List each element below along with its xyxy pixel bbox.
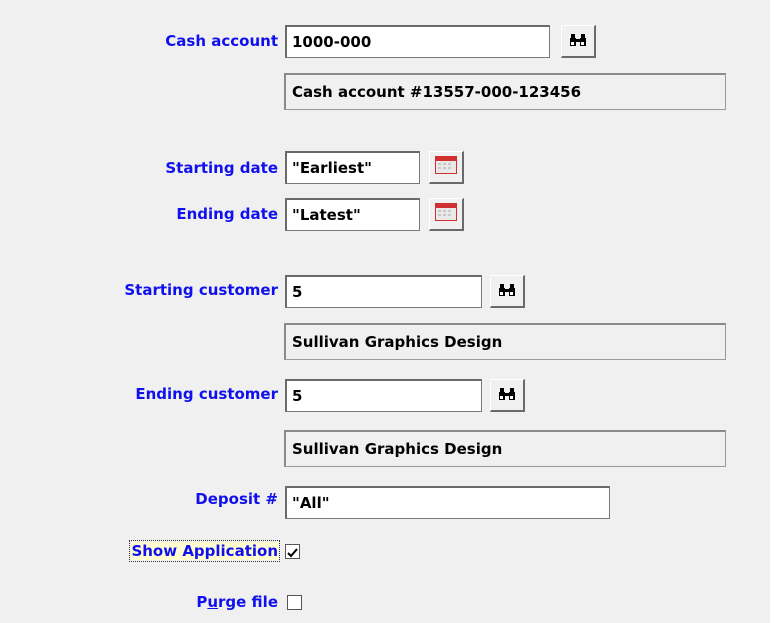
starting-customer-lookup-button[interactable] [490, 275, 525, 308]
starting-customer-label: Starting customer [124, 281, 278, 299]
show-application-checkbox[interactable] [285, 544, 300, 559]
starting-date-calendar-button[interactable] [429, 151, 464, 184]
purge-file-label: Purge file [196, 593, 278, 611]
ending-customer-input[interactable]: 5 [285, 379, 482, 412]
ending-customer-label: Ending customer [135, 385, 278, 403]
calendar-icon [435, 156, 457, 178]
cash-account-input[interactable]: 1000-000 [285, 25, 550, 58]
binoculars-icon [569, 32, 587, 51]
cash-account-label: Cash account [165, 32, 278, 50]
ending-date-label: Ending date [176, 205, 278, 223]
starting-customer-description: Sullivan Graphics Design [284, 323, 726, 360]
binoculars-icon [498, 282, 516, 301]
binoculars-icon [498, 386, 516, 405]
ending-date-calendar-button[interactable] [429, 198, 464, 231]
deposit-input[interactable]: "All" [285, 486, 610, 519]
window-edge [770, 0, 783, 623]
report-options-panel: Cash account 1000-000 Cash account #1355… [0, 0, 770, 623]
cash-account-lookup-button[interactable] [561, 25, 596, 58]
purge-file-label-suffix: rge file [218, 593, 278, 611]
ending-date-input[interactable]: "Latest" [285, 198, 420, 231]
deposit-label: Deposit # [195, 490, 278, 508]
purge-file-label-prefix: P [196, 593, 208, 611]
checkmark-icon [287, 548, 298, 558]
purge-file-checkbox[interactable] [287, 595, 302, 610]
ending-customer-description: Sullivan Graphics Design [284, 430, 726, 467]
cash-account-description: Cash account #13557-000-123456 [284, 73, 726, 110]
show-application-label[interactable]: Show Application [129, 540, 280, 562]
ending-customer-lookup-button[interactable] [490, 379, 525, 412]
starting-date-input[interactable]: "Earliest" [285, 151, 420, 184]
starting-customer-input[interactable]: 5 [285, 275, 482, 308]
starting-date-label: Starting date [165, 159, 278, 177]
calendar-icon [435, 203, 457, 225]
purge-file-label-accel: u [207, 593, 219, 611]
